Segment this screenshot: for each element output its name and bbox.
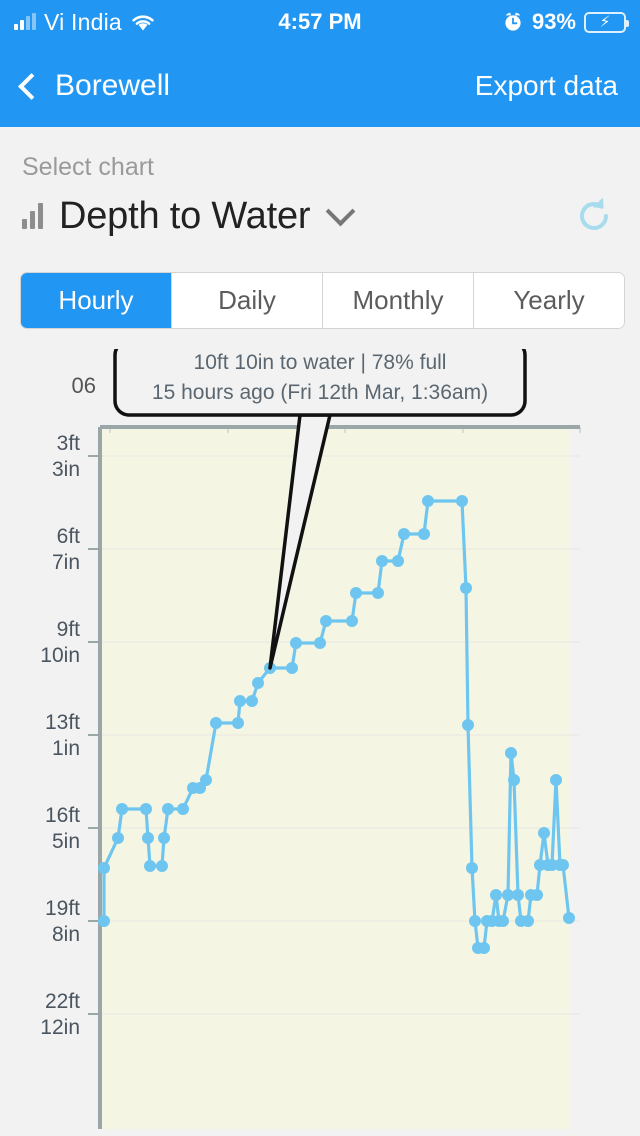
svg-text:19ft: 19ft xyxy=(45,897,80,920)
status-bar-left: Vi India xyxy=(14,9,156,36)
svg-text:3in: 3in xyxy=(52,458,80,481)
svg-text:15 hours ago (Fri 12th Mar, 1:: 15 hours ago (Fri 12th Mar, 1:36am) xyxy=(152,381,488,404)
svg-text:10in: 10in xyxy=(40,644,80,667)
chart-shaded-band xyxy=(100,427,570,1129)
selected-chart-name[interactable]: Depth to Water xyxy=(59,195,311,238)
depth-to-water-chart[interactable]: 3ft 3in 6ft 7in 9ft 10in 13ft 1in 16ft 5in 19ft 8in… xyxy=(0,349,640,1129)
bar-chart-icon xyxy=(22,203,43,229)
select-chart-label: Select chart xyxy=(22,153,155,181)
svg-text:12in: 12in xyxy=(40,1016,80,1039)
chart-y-axis-labels: 3ft 3in 6ft 7in 9ft 10in 13ft 1in 16ft 5in 19ft 8in… xyxy=(40,432,80,1039)
svg-text:6ft: 6ft xyxy=(57,525,81,548)
chevron-left-icon xyxy=(18,72,45,100)
tab-yearly[interactable]: Yearly xyxy=(473,273,624,328)
back-button[interactable]: Borewell xyxy=(18,68,171,103)
svg-text:9ft: 9ft xyxy=(57,618,81,641)
wifi-icon xyxy=(130,13,156,32)
status-bar-right: 93% ⚡ xyxy=(502,9,629,35)
svg-text:8in: 8in xyxy=(52,923,80,946)
svg-text:3ft: 3ft xyxy=(57,432,81,455)
carrier-label: Vi India xyxy=(44,8,122,35)
chart-container: 3ft 3in 6ft 7in 9ft 10in 13ft 1in 16ft 5in 19ft 8in… xyxy=(0,349,640,1129)
status-bar: Vi India 4:57 PM 93% ⚡ xyxy=(0,0,640,44)
tab-monthly[interactable]: Monthly xyxy=(322,273,473,328)
battery-percentage-label: 93% xyxy=(531,9,576,34)
svg-text:7in: 7in xyxy=(52,551,80,574)
svg-text:5in: 5in xyxy=(52,830,80,853)
chart-x-axis-labels: 06 xyxy=(72,373,96,398)
svg-text:16ft: 16ft xyxy=(45,804,80,827)
tab-hourly[interactable]: Hourly xyxy=(21,273,171,328)
svg-text:13ft: 13ft xyxy=(45,711,80,734)
svg-text:10ft 10in to water | 78% full: 10ft 10in to water | 78% full xyxy=(194,351,447,374)
battery-charging-icon: ⚡ xyxy=(584,11,629,33)
period-tabs: Hourly Daily Monthly Yearly xyxy=(20,272,625,329)
navigation-bar: Borewell Export data xyxy=(0,44,640,127)
svg-text:06: 06 xyxy=(72,373,96,398)
svg-text:22ft: 22ft xyxy=(45,990,80,1013)
signal-bars-icon xyxy=(14,13,36,30)
svg-text:1in: 1in xyxy=(52,737,80,760)
tab-daily[interactable]: Daily xyxy=(171,273,322,328)
refresh-icon[interactable] xyxy=(572,194,616,238)
chart-selector-row: Depth to Water xyxy=(0,182,640,238)
page-title: Borewell xyxy=(55,68,171,102)
export-data-button[interactable]: Export data xyxy=(475,70,618,102)
alarm-clock-icon xyxy=(502,11,524,33)
chevron-down-icon[interactable] xyxy=(325,196,356,226)
